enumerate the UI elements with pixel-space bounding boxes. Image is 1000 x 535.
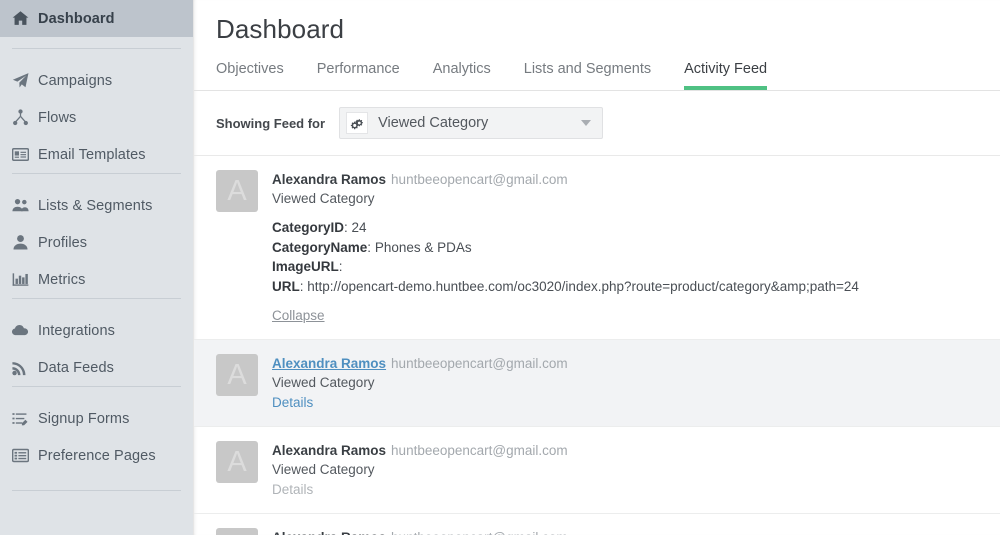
profile-name-link[interactable]: Alexandra Ramos <box>272 530 386 535</box>
feed-property: CategoryID: 24 <box>272 220 367 235</box>
sidebar-item-profiles[interactable]: Profiles <box>0 224 193 261</box>
tab-performance[interactable]: Performance <box>317 61 400 90</box>
tab-activity-feed[interactable]: Activity Feed <box>684 61 768 90</box>
sidebar-item-dashboard[interactable]: Dashboard <box>0 0 193 37</box>
sidebar-item-label: Flows <box>38 109 77 126</box>
tab-objectives[interactable]: Objectives <box>216 61 284 90</box>
feed-item-body: Alexandra Ramos huntbeeopencart@gmail.com… <box>272 354 568 413</box>
feed-type-selected-value: Viewed Category <box>378 115 489 131</box>
cloud-icon <box>12 322 38 339</box>
feed-property: CategoryName: Phones & PDAs <box>272 239 472 255</box>
feed-property-key: URL <box>272 278 300 294</box>
sidebar-item-preference-pages[interactable]: Preference Pages <box>0 437 193 474</box>
sidebar-item-label: Integrations <box>38 322 115 339</box>
feed-item-header: Alexandra Ramos huntbeeopencart@gmail.com <box>272 528 568 535</box>
collapse-link[interactable]: Collapse <box>272 306 325 326</box>
feed-property-value: Phones & PDAs <box>374 239 472 255</box>
paper-plane-icon <box>12 72 38 89</box>
profile-name-link[interactable]: Alexandra Ramos <box>272 443 386 458</box>
list-edit-icon <box>12 410 38 427</box>
details-link[interactable]: Details <box>272 480 568 500</box>
bar-chart-icon <box>12 271 38 288</box>
sidebar-item-label: Preference Pages <box>38 447 156 464</box>
avatar: A <box>216 170 258 212</box>
sidebar-item-label: Signup Forms <box>38 410 130 427</box>
showing-feed-for-label: Showing Feed for <box>216 115 326 131</box>
feed-item[interactable]: A Alexandra Ramos huntbeeopencart@gmail.co… <box>194 340 1000 427</box>
chevron-down-icon <box>581 119 592 128</box>
profile-email: huntbeeopencart@gmail.com <box>391 172 568 187</box>
feed-property-value: 24 <box>351 220 367 235</box>
sidebar: Dashboard Campaigns Flows Email Templates Li… <box>0 0 193 535</box>
feed-item-body: Alexandra Ramos huntbeeopencart@gmail.com… <box>272 528 568 535</box>
app-root: Dashboard Campaigns Flows Email Templates Li… <box>0 0 1000 535</box>
feed-item[interactable]: A Alexandra Ramos huntbeeopencart@gmail.co… <box>194 156 1000 340</box>
avatar: A <box>216 354 258 396</box>
sidebar-item-flows[interactable]: Flows <box>0 99 193 136</box>
sidebar-item-label: Data Feeds <box>38 359 114 376</box>
sidebar-item-data-feeds[interactable]: Data Feeds <box>0 349 193 386</box>
feed-item-header: Alexandra Ramos huntbeeopencart@gmail.com <box>272 354 568 373</box>
sitemap-icon <box>12 109 38 126</box>
feed-item-body: Alexandra Ramos huntbeeopencart@gmail.com… <box>272 170 859 326</box>
profile-email: huntbeeopencart@gmail.com <box>391 443 568 458</box>
sidebar-item-label: Dashboard <box>38 10 115 27</box>
feed-item[interactable]: A Alexandra Ramos huntbeeopencart@gmail.co… <box>194 427 1000 514</box>
main-content: Dashboard Objectives Performance Analytics… <box>193 0 1000 535</box>
feed-item-action: Viewed Category <box>272 375 375 390</box>
sidebar-item-lists-segments[interactable]: Lists & Segments <box>0 187 193 224</box>
user-icon <box>12 234 38 251</box>
profile-email: huntbeeopencart@gmail.com <box>391 530 568 535</box>
feed-property-value: http://opencart-demo.huntbee.com/oc3020/… <box>307 278 859 294</box>
feed-item-header: Alexandra Ramos huntbeeopencart@gmail.com <box>272 170 859 189</box>
sidebar-item-label: Lists & Segments <box>38 197 153 214</box>
profile-name-link[interactable]: Alexandra Ramos <box>272 172 386 187</box>
tab-analytics[interactable]: Analytics <box>433 61 491 90</box>
feed-property-key: CategoryName <box>272 239 368 255</box>
filter-bar: Showing Feed for Viewed Category <box>194 91 1000 156</box>
details-link[interactable]: Details <box>272 393 568 413</box>
feed-property: ImageURL: <box>272 259 343 274</box>
feed-item-properties: CategoryID: 24 CategoryName: Phones & PDA… <box>272 218 859 296</box>
sidebar-item-email-templates[interactable]: Email Templates <box>0 136 193 173</box>
sidebar-item-signup-forms[interactable]: Signup Forms <box>0 400 193 437</box>
list-alt-icon <box>12 447 38 464</box>
feed-item-action: Viewed Category <box>272 462 375 477</box>
feed-item-action: Viewed Category <box>272 191 375 206</box>
avatar: A <box>216 528 258 535</box>
feed-item-body: Alexandra Ramos huntbeeopencart@gmail.com… <box>272 441 568 500</box>
sidebar-item-integrations[interactable]: Integrations <box>0 312 193 349</box>
sidebar-item-label: Profiles <box>38 234 88 251</box>
page-title: Dashboard <box>216 14 345 44</box>
feed-item-header: Alexandra Ramos huntbeeopencart@gmail.com <box>272 441 568 460</box>
home-icon <box>12 10 38 27</box>
avatar: A <box>216 441 258 483</box>
cogs-icon <box>346 112 369 134</box>
sidebar-item-metrics[interactable]: Metrics <box>0 261 193 298</box>
feed-property-key: CategoryID <box>272 220 345 235</box>
feed-property-key: ImageURL <box>272 259 339 274</box>
feed-property: URL: http://opencart-demo.huntbee.com/oc… <box>272 278 859 294</box>
sidebar-item-label: Email Templates <box>38 146 146 163</box>
feed-type-select[interactable]: Viewed Category <box>339 107 604 139</box>
sidebar-divider <box>12 490 181 491</box>
sidebar-item-label: Campaigns <box>38 72 113 89</box>
profile-name-link[interactable]: Alexandra Ramos <box>272 356 386 371</box>
sidebar-item-label: Metrics <box>38 271 86 288</box>
id-card-icon <box>12 146 38 163</box>
activity-feed-list: A Alexandra Ramos huntbeeopencart@gmail.co… <box>194 156 1000 535</box>
tab-bar: Objectives Performance Analytics Lists and … <box>194 61 1000 91</box>
sidebar-item-campaigns[interactable]: Campaigns <box>0 62 193 99</box>
feed-item[interactable]: A Alexandra Ramos huntbeeopencart@gmail.co… <box>194 514 1000 535</box>
rss-icon <box>12 359 38 376</box>
tab-lists-and-segments[interactable]: Lists and Segments <box>524 61 651 90</box>
profile-email: huntbeeopencart@gmail.com <box>391 356 568 371</box>
users-icon <box>12 197 38 214</box>
